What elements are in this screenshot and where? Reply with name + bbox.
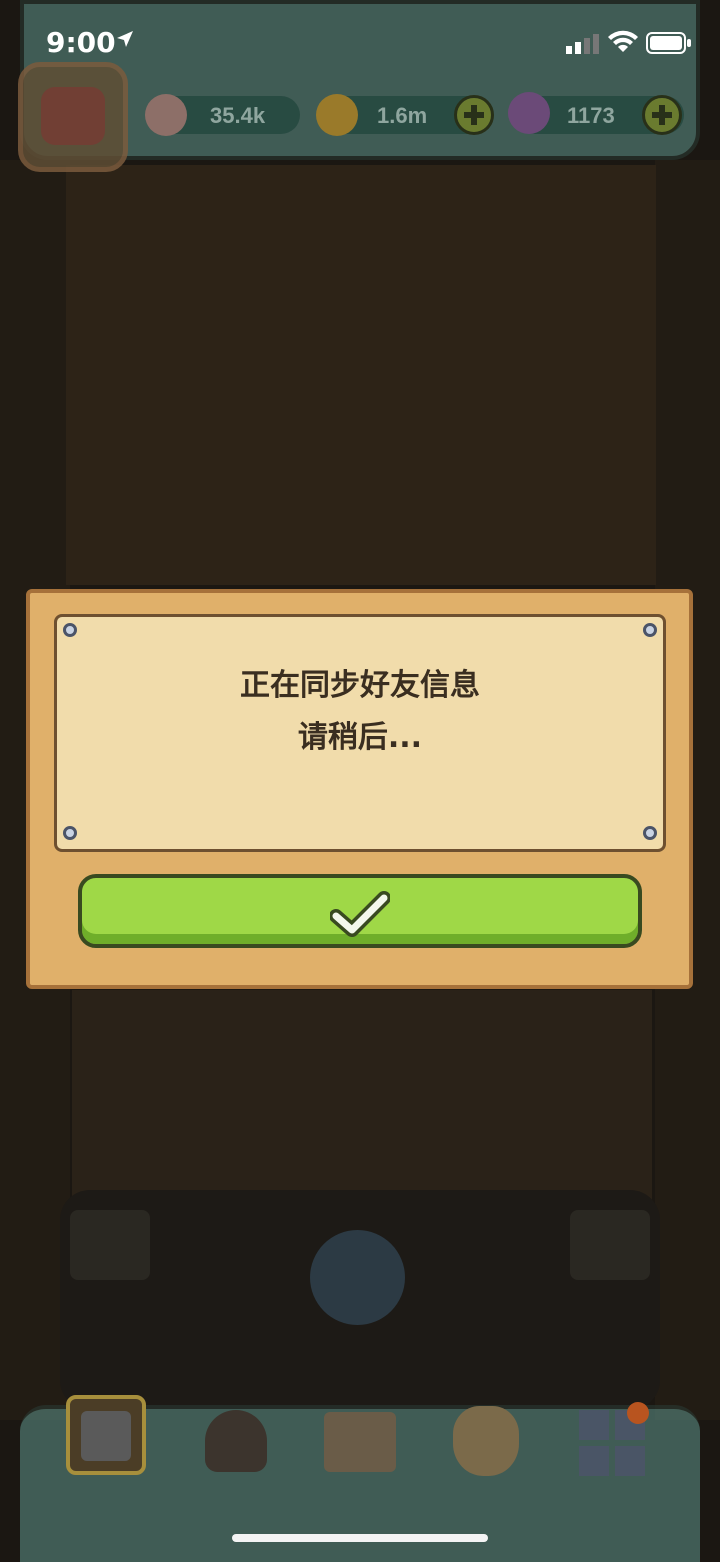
plus-icon [464,105,484,125]
potion-count: 1173 [567,103,615,128]
home-indicator[interactable] [232,1534,488,1542]
monster-icon [205,1410,267,1472]
potion-icon [508,92,550,134]
nav-book-button[interactable] [320,1402,400,1482]
wifi-icon [608,30,638,52]
status-time: 9:00 [46,26,116,59]
elevator-dial-icon[interactable] [310,1230,405,1325]
rivet-icon [63,826,77,840]
dialog-message: 正在同步好友信息 请稍后... [54,660,666,764]
dialog-line-1: 正在同步好友信息 [240,668,480,703]
add-coins-button[interactable] [454,95,494,135]
coin-icon [316,94,358,136]
rivet-icon [643,826,657,840]
elevator-machine [60,1190,660,1410]
eyeball-count: 35.4k [210,103,266,128]
building-icon [81,1411,131,1461]
dialog-line-2: 请稍后... [297,720,423,755]
plus-icon [652,105,672,125]
player-avatar[interactable] [18,62,128,172]
coin-count: 1.6m [377,103,428,128]
rivet-icon [643,623,657,637]
arrow-left-icon[interactable] [70,1210,150,1280]
book-icon [324,1412,396,1472]
battery-icon [646,32,691,54]
arrow-right-icon[interactable] [570,1210,650,1280]
monster-workshop-room[interactable] [66,165,656,585]
rivet-icon [63,623,77,637]
checkmark-icon [330,891,390,937]
eyeball-icon [145,94,187,136]
monster-robot-icon [41,87,105,145]
nav-shop-button[interactable] [446,1398,526,1478]
nav-building-button[interactable] [66,1395,146,1475]
notification-badge [627,1402,649,1424]
add-potions-button[interactable] [642,95,682,135]
nav-monsters-button[interactable] [196,1402,276,1482]
location-arrow-icon [117,31,133,47]
money-bag-icon [453,1406,519,1476]
cellular-signal-icon [566,34,599,54]
